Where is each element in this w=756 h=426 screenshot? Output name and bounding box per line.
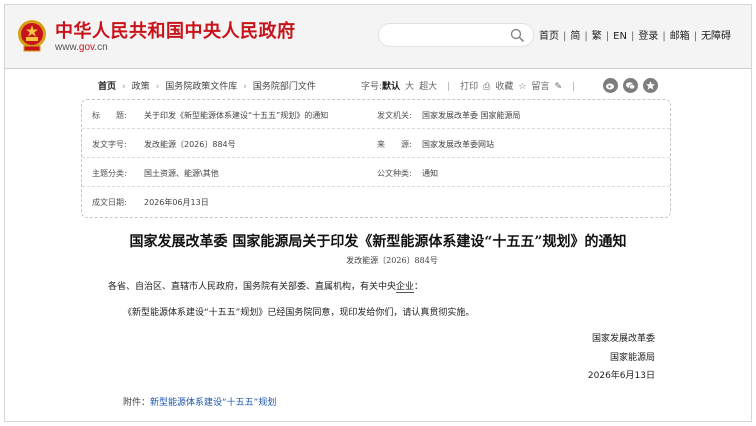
tools-divider: | [447, 82, 451, 92]
attachment-link[interactable]: 新型能源体系建设“十五五”规划 [150, 398, 276, 408]
article-title: 国家发展改革委 国家能源局关于印发《新型能源体系建设“十五五”规划》的通知 [129, 234, 627, 250]
signature-nea: 国家能源局 [609, 353, 655, 363]
nav-separator: | [662, 31, 666, 42]
meta-title-label: 标 题: [92, 111, 127, 120]
nav-separator: | [630, 31, 635, 42]
chevron-right-icon: › [155, 82, 160, 92]
nav-login[interactable]: 登录 [638, 27, 658, 42]
nav-simplified[interactable]: 简 [570, 27, 580, 42]
url-suffix: .cn [94, 42, 108, 53]
site-header: 中华人民共和国中央人民政府 www.gov.cn 首页 | 简 | 繁 | EN | 登录 | 邮箱… [5, 5, 751, 69]
site-url: www.gov.cn [55, 42, 108, 53]
national-emblem-icon[interactable] [17, 19, 47, 53]
meta-date-value: 2026年06月13日 [144, 198, 209, 207]
font-size-label: 字号: [361, 82, 383, 92]
top-nav: 首页 | 简 | 繁 | EN | 登录 | 邮箱 | 无障碍 [539, 27, 731, 42]
site-title[interactable]: 中华人民共和国中央人民政府 [55, 17, 296, 43]
meta-topic-label: 主题分类: [92, 169, 127, 178]
meta-row-title: 标 题: 关于印发《新型能源体系建设“十五五”规划》的通知 发文机关: 国家发展… [82, 100, 670, 129]
breadcrumb-home[interactable]: 首页 [98, 82, 116, 92]
qzone-icon[interactable] [643, 78, 658, 93]
page-tools: 字号:默认大超大 | 打印 ⎙ 收藏 ☆ 留言 ✎ | [361, 79, 585, 92]
meta-topic-value: 国土资源、能源\其他 [144, 169, 219, 178]
tools-divider: | [572, 82, 576, 92]
breadcrumb-policy-library[interactable]: 国务院政策文件库 [165, 82, 237, 92]
meta-type-label: 公文种类: [377, 169, 412, 178]
chevron-right-icon: › [122, 82, 126, 92]
signature-date: 2026年6月13日 [587, 371, 655, 381]
url-gov: gov [78, 42, 95, 53]
weibo-icon[interactable] [603, 78, 618, 93]
attachment-label: 附件： [123, 398, 151, 408]
article-recipients: 各省、自治区、直辖市人民政府，国务院有关部委、直属机构，有关中央企业： [108, 279, 424, 293]
meta-issuer-label: 发文机关: [377, 111, 412, 120]
meta-row-docno: 发文字号: 发改能源〔2026〕884号 来 源: 国家发展改革委网站 [82, 129, 670, 158]
nav-separator: | [584, 31, 588, 42]
nav-separator: | [563, 31, 567, 42]
signature-ndrc: 国家发展改革委 [591, 334, 655, 344]
search-input[interactable] [378, 23, 534, 47]
nav-english[interactable]: EN [613, 31, 627, 42]
meta-docno-value: 发改能源〔2026〕884号 [144, 140, 236, 149]
nav-home[interactable]: 首页 [539, 27, 559, 42]
star-icon[interactable]: ☆ [518, 82, 526, 92]
meta-date-label: 成文日期: [92, 198, 127, 207]
font-default-button[interactable]: 默认 [382, 82, 400, 92]
meta-docno-label: 发文字号: [92, 140, 127, 149]
pencil-icon[interactable]: ✎ [554, 82, 562, 92]
breadcrumb-dept-docs[interactable]: 国务院部门文件 [253, 82, 316, 92]
print-button[interactable]: 打印 [460, 82, 478, 92]
nav-traditional[interactable]: 繁 [592, 27, 602, 42]
meta-issuer-value: 国家发展改革委 国家能源局 [422, 111, 521, 120]
meta-row-date: 成文日期: 2026年06月13日 [82, 187, 670, 216]
attachment: 附件：新型能源体系建设“十五五”规划 [123, 395, 276, 408]
chevron-right-icon: › [243, 82, 247, 92]
article-number: 发改能源〔2026〕884号 [346, 256, 438, 265]
nav-separator: | [605, 31, 610, 42]
font-xlarge-button[interactable]: 超大 [419, 82, 437, 92]
favorite-button[interactable]: 收藏 [495, 82, 513, 92]
page-frame: 中华人民共和国中央人民政府 www.gov.cn 首页 | 简 | 繁 | EN | 登录 | 邮箱… [4, 4, 752, 422]
document-metadata: 标 题: 关于印发《新型能源体系建设“十五五”规划》的通知 发文机关: 国家发展… [81, 99, 671, 218]
url-prefix: www. [55, 42, 79, 53]
meta-source-label: 来 源: [377, 140, 412, 149]
meta-title-value: 关于印发《新型能源体系建设“十五五”规划》的通知 [144, 111, 329, 120]
nav-separator: | [693, 31, 698, 42]
recipients-underlined: 企业 [396, 282, 415, 293]
search-icon[interactable] [510, 28, 525, 43]
font-large-button[interactable]: 大 [405, 82, 414, 92]
print-icon[interactable]: ⎙ [483, 82, 490, 92]
meta-source-value: 国家发展改革委网站 [422, 140, 494, 149]
breadcrumb-policy[interactable]: 政策 [132, 82, 150, 92]
recipients-text: 各省、自治区、直辖市人民政府，国务院有关部委、直属机构，有关中央 [108, 282, 397, 292]
meta-type-value: 通知 [422, 169, 438, 178]
comment-button[interactable]: 留言 [531, 82, 549, 92]
recipients-colon: ： [414, 282, 424, 292]
nav-accessibility[interactable]: 无障碍 [701, 27, 731, 42]
breadcrumb: 首页 › 政策 › 国务院政策文件库 › 国务院部门文件 [98, 79, 316, 92]
meta-row-topic: 主题分类: 国土资源、能源\其他 公文种类: 通知 [82, 158, 670, 187]
nav-mail[interactable]: 邮箱 [670, 27, 690, 42]
article-body: 《新型能源体系建设“十五五”规划》已经国务院同意，现印发给你们，请认真贯彻实施。 [123, 308, 475, 318]
wechat-icon[interactable] [623, 78, 638, 93]
share-buttons [603, 75, 663, 94]
